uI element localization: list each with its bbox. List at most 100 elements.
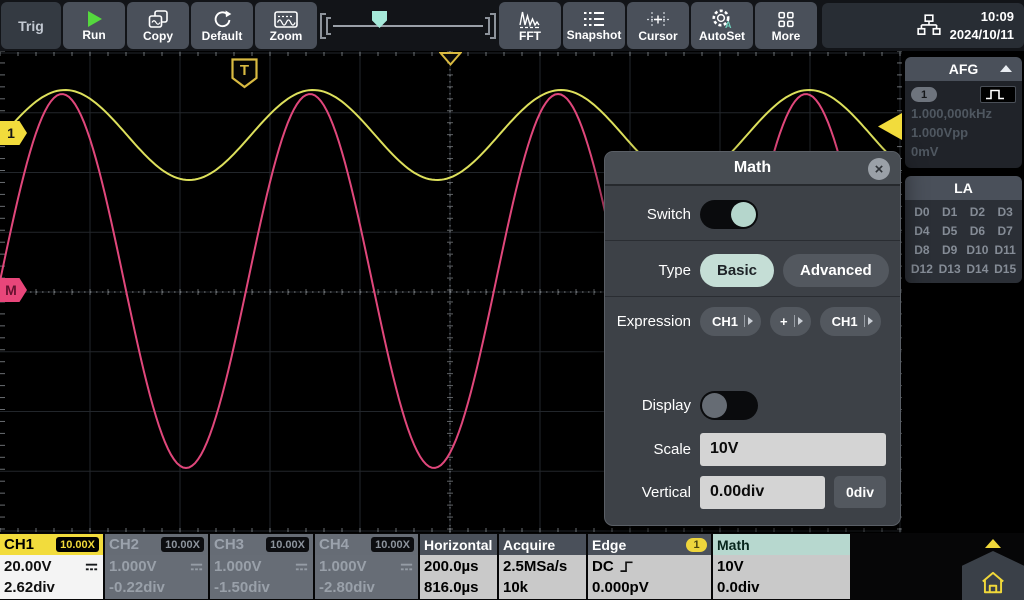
switch-row: Switch bbox=[605, 197, 900, 231]
operator-dropdown[interactable]: + bbox=[770, 307, 811, 336]
afg-amplitude: 1.000Vpp bbox=[911, 124, 1016, 143]
dropdown-arrow-icon bbox=[864, 315, 873, 327]
math-tile[interactable]: Math 10V 0.0div bbox=[713, 534, 850, 599]
ch4-tile[interactable]: CH4 10.00X 1.000V -2.80div bbox=[315, 534, 418, 599]
snapshot-icon bbox=[583, 10, 605, 28]
svg-text:A: A bbox=[725, 20, 732, 29]
zoom-label: Zoom bbox=[270, 30, 303, 42]
top-toolbar: Trig Run Copy Default Zoom bbox=[0, 0, 1024, 51]
la-channel: D1 bbox=[936, 205, 964, 219]
default-button[interactable]: Default bbox=[191, 2, 253, 49]
vertical-row: Vertical 0.00div 0div bbox=[605, 475, 900, 509]
zero-div-button[interactable]: 0div bbox=[834, 476, 886, 508]
bottom-status-bar: CH1 10.00X 20.00V 2.62div CH2 10.00X 1.0… bbox=[0, 533, 1024, 600]
la-channel: D13 bbox=[936, 262, 964, 276]
ch2-tile[interactable]: CH2 10.00X 1.000V -0.22div bbox=[105, 534, 208, 599]
dc-coupling-icon bbox=[189, 562, 204, 572]
snapshot-label: Snapshot bbox=[567, 29, 622, 41]
rising-edge-icon bbox=[619, 560, 634, 573]
run-icon bbox=[83, 10, 105, 28]
switch-label: Switch bbox=[605, 206, 691, 223]
acquire-tile[interactable]: Acquire 2.5MSa/s 10k bbox=[499, 534, 586, 599]
ch1-scale: 20.00V bbox=[4, 556, 52, 577]
operand2-value: CH1 bbox=[832, 314, 858, 329]
menu-corner-control[interactable] bbox=[962, 533, 1024, 600]
trigger-status-label[interactable]: Trig bbox=[1, 2, 61, 49]
fft-icon bbox=[519, 10, 541, 29]
clock-box[interactable]: 10:09 2024/10/11 bbox=[822, 3, 1024, 48]
vertical-input[interactable]: 0.00div bbox=[700, 476, 825, 509]
type-basic-button[interactable]: Basic bbox=[700, 254, 774, 287]
scale-input[interactable]: 10V bbox=[700, 433, 886, 466]
dc-coupling-icon bbox=[294, 562, 309, 572]
snapshot-button[interactable]: Snapshot bbox=[563, 2, 625, 49]
more-icon bbox=[776, 10, 796, 29]
trigger-level-marker[interactable]: T bbox=[231, 58, 258, 94]
la-channel: D4 bbox=[908, 224, 936, 238]
delay-bar-track bbox=[333, 25, 483, 27]
horizontal-delay-bar[interactable] bbox=[320, 2, 496, 49]
vertical-label: Vertical bbox=[605, 484, 691, 501]
afg-title: AFG bbox=[949, 61, 979, 77]
la-panel-body: D0 D1 D2 D3 D4 D5 D6 D7 D8 D9 D10 D11 D1… bbox=[905, 200, 1022, 283]
afg-offset: 0mV bbox=[911, 143, 1016, 162]
zoom-icon bbox=[274, 10, 298, 29]
divider bbox=[605, 296, 900, 297]
la-channel: D8 bbox=[908, 243, 936, 257]
ch2-name: CH2 bbox=[109, 536, 139, 553]
cursor-button[interactable]: Cursor bbox=[627, 2, 689, 49]
la-panel: LA D0 D1 D2 D3 D4 D5 D6 D7 D8 D9 D10 D11… bbox=[905, 176, 1022, 283]
autoset-button[interactable]: A AutoSet bbox=[691, 2, 753, 49]
math-dialog: Math × Switch Type Basic Advanced Expres… bbox=[605, 152, 900, 525]
home-button[interactable] bbox=[962, 551, 1024, 600]
ch4-probe-badge: 10.00X bbox=[371, 537, 414, 552]
scale-row: Scale 10V bbox=[605, 432, 900, 466]
math-switch-toggle[interactable] bbox=[700, 200, 758, 229]
expression-row: Expression CH1 + CH1 bbox=[605, 304, 900, 338]
math-dialog-title: Math bbox=[734, 159, 771, 177]
fft-button[interactable]: FFT bbox=[499, 2, 561, 49]
run-button[interactable]: Run bbox=[63, 2, 125, 49]
ch3-offset: -1.50div bbox=[214, 577, 270, 598]
la-channel: D2 bbox=[964, 205, 992, 219]
display-label: Display bbox=[605, 397, 691, 414]
ch1-name: CH1 bbox=[4, 536, 34, 553]
ch1-tile[interactable]: CH1 10.00X 20.00V 2.62div bbox=[0, 534, 103, 599]
home-icon bbox=[979, 568, 1007, 596]
time-text: 10:09 bbox=[950, 8, 1014, 26]
cursor-label: Cursor bbox=[638, 30, 677, 42]
copy-label: Copy bbox=[143, 30, 173, 42]
la-panel-header[interactable]: LA bbox=[905, 176, 1022, 200]
ch1-marker-label: 1 bbox=[7, 125, 15, 141]
date-text: 2024/10/11 bbox=[950, 26, 1014, 44]
ch1-probe-badge: 10.00X bbox=[56, 537, 99, 552]
afg-panel-body: 1 1.000,000kHz 1.000Vpp 0mV bbox=[905, 81, 1022, 168]
fft-label: FFT bbox=[519, 30, 541, 42]
close-button[interactable]: × bbox=[868, 158, 890, 180]
zoom-button[interactable]: Zoom bbox=[255, 2, 317, 49]
operand2-dropdown[interactable]: CH1 bbox=[820, 307, 881, 336]
trigger-marker-letter: T bbox=[240, 62, 249, 79]
dropdown-arrow-icon bbox=[744, 315, 753, 327]
display-toggle[interactable] bbox=[700, 391, 758, 420]
copy-button[interactable]: Copy bbox=[127, 2, 189, 49]
trigger-position-marker[interactable] bbox=[439, 52, 462, 71]
afg-frequency: 1.000,000kHz bbox=[911, 105, 1016, 124]
acquire-title: Acquire bbox=[503, 537, 555, 553]
horizontal-tile[interactable]: Horizontal 200.0µs 816.0µs bbox=[420, 534, 497, 599]
la-channel: D10 bbox=[964, 243, 992, 257]
ch3-tile[interactable]: CH3 10.00X 1.000V -1.50div bbox=[210, 534, 313, 599]
ch2-offset: -0.22div bbox=[109, 577, 165, 598]
more-button[interactable]: More bbox=[755, 2, 817, 49]
afg-panel-header[interactable]: AFG bbox=[905, 57, 1022, 81]
math-dialog-titlebar: Math × bbox=[605, 152, 900, 186]
edge-tile[interactable]: Edge 1 DC 0.000pV bbox=[588, 534, 711, 599]
dropdown-arrow-icon bbox=[794, 315, 803, 327]
la-channel: D14 bbox=[964, 262, 992, 276]
datetime: 10:09 2024/10/11 bbox=[950, 8, 1014, 43]
trigger-level-value: 0.000pV bbox=[592, 577, 649, 598]
collapse-up-icon bbox=[1000, 65, 1012, 72]
operand1-dropdown[interactable]: CH1 bbox=[700, 307, 761, 336]
type-advanced-button[interactable]: Advanced bbox=[783, 254, 889, 287]
edge-coupling-value: DC bbox=[592, 556, 614, 577]
